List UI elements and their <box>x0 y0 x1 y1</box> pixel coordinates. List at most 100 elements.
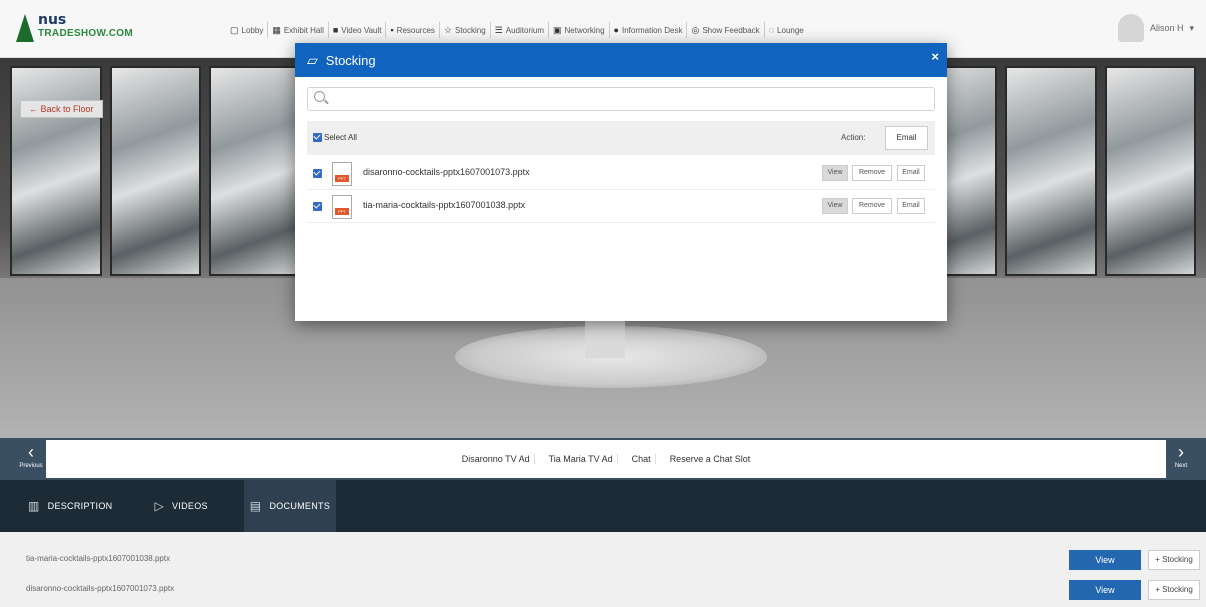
add-to-stocking-button[interactable]: + Stocking <box>1148 580 1200 600</box>
user-name: Alison H <box>1149 23 1184 33</box>
nav-item-resources[interactable]: ▪ Resources <box>386 22 440 38</box>
brand-name: nus <box>38 12 67 28</box>
nav-item-video-vault[interactable]: ■ Video Vault <box>329 22 387 38</box>
carousel-strip: Disaronno TV Ad Tia Maria TV Ad Chat Res… <box>46 440 1166 478</box>
list-item: disaronno-cocktails-pptx1607001073.pptx … <box>0 578 1206 602</box>
star-icon: ☆ <box>443 24 452 35</box>
nav-label: Lounge <box>777 25 804 35</box>
select-all-label: Select All <box>324 133 357 142</box>
lobby-icon: ▢ <box>230 24 239 35</box>
remove-button[interactable]: Remove <box>852 198 892 214</box>
list-item: tia-maria-cocktails-pptx1607001038.pptx … <box>0 548 1206 572</box>
nav-label: Video Vault <box>341 25 382 35</box>
play-icon: ▷ <box>154 499 164 513</box>
nav-item-show-feedback[interactable]: ◎ Show Feedback <box>687 22 765 38</box>
remove-button[interactable]: Remove <box>852 165 892 181</box>
view-button[interactable]: View <box>822 165 848 181</box>
tree-icon <box>16 14 34 42</box>
next-button[interactable]: › Next <box>1164 442 1198 476</box>
checkbox-checked-icon <box>313 133 322 142</box>
resources-icon: ▪ <box>390 25 394 35</box>
carousel-item-chat[interactable]: Chat <box>628 454 656 464</box>
search-icon <box>314 91 325 102</box>
ppt-file-icon: PPT <box>332 195 352 219</box>
stocking-modal: ▱ Stocking × Select All Action: Email PP… <box>295 43 947 321</box>
file-checkbox[interactable] <box>313 202 322 211</box>
tab-label: VIDEOS <box>171 501 208 511</box>
file-row: PPT disaronno-cocktails-pptx1607001073.p… <box>307 158 935 190</box>
document-icon: ▤ <box>249 499 262 513</box>
shopping-bag-icon: ▱ <box>307 51 318 68</box>
select-all-checkbox[interactable]: Select All <box>313 133 357 142</box>
previous-button[interactable]: ‹ Previous <box>14 442 48 476</box>
networking-icon: ▣ <box>553 24 562 35</box>
exhibit-hall-icon: ▦ <box>272 24 281 35</box>
file-type-badge: PPT <box>335 175 349 182</box>
ppt-file-icon: PPT <box>332 162 352 186</box>
view-button[interactable]: View <box>1069 550 1141 570</box>
nav-item-lobby[interactable]: ▢ Lobby <box>226 22 269 38</box>
modal-header: ▱ Stocking <box>295 43 947 77</box>
carousel-item-tia-maria-tv-ad[interactable]: Tia Maria TV Ad <box>545 454 618 464</box>
building-icon: ▥ <box>28 499 40 513</box>
file-row: PPT tia-maria-cocktails-pptx1607001038.p… <box>307 191 935 223</box>
file-type-badge: PPT <box>335 208 349 215</box>
close-icon[interactable]: × <box>931 49 939 64</box>
brand-logo[interactable]: nus TRADESHOW.COM <box>12 10 134 46</box>
search-input[interactable] <box>332 90 928 108</box>
document-name[interactable]: tia-maria-cocktails-pptx1607001038.pptx <box>26 554 170 563</box>
tab-videos[interactable]: ▷ VIDEOS <box>148 480 213 532</box>
nav-label: Resources <box>396 25 435 35</box>
avatar <box>1117 14 1144 42</box>
nav-item-exhibit-hall[interactable]: ▦ Exhibit Hall <box>268 22 329 38</box>
modal-title: Stocking <box>325 52 376 68</box>
info-icon: ● <box>613 25 619 35</box>
bulk-email-button[interactable]: Email <box>885 126 928 150</box>
auditorium-icon: ☰ <box>494 24 503 35</box>
documents-list: tia-maria-cocktails-pptx1607001038.pptx … <box>0 532 1206 607</box>
view-button[interactable]: View <box>822 198 848 214</box>
nav-label: Stocking <box>455 25 486 35</box>
view-button[interactable]: View <box>1069 580 1141 600</box>
nav-label: Auditorium <box>505 25 545 35</box>
bulk-action-bar: Select All Action: Email <box>307 121 935 155</box>
tab-label: DESCRIPTION <box>47 501 113 511</box>
nav-item-auditorium[interactable]: ☰ Auditorium <box>491 22 550 38</box>
user-menu[interactable]: Alison H ▾ <box>1117 14 1194 42</box>
carousel-item-reserve-chat-slot[interactable]: Reserve a Chat Slot <box>666 454 755 464</box>
email-button[interactable]: Email <box>897 198 925 214</box>
nav-label: Lobby <box>241 25 264 35</box>
nav-item-stocking[interactable]: ☆ Stocking <box>440 22 491 38</box>
brand-subtitle: TRADESHOW.COM <box>38 28 134 39</box>
nav-label: Show Feedback <box>702 25 760 35</box>
carousel-item-disaronno-tv-ad[interactable]: Disaronno TV Ad <box>458 454 535 464</box>
next-label: Next <box>1174 463 1188 469</box>
nav-label: Exhibit Hall <box>283 25 324 35</box>
tab-documents[interactable]: ▤ DOCUMENTS <box>243 480 337 532</box>
previous-label: Previous <box>19 463 43 469</box>
lounge-icon: ◌ <box>768 25 775 35</box>
main-nav: ▢ Lobby ▦ Exhibit Hall ■ Video Vault ▪ Resou… <box>226 20 808 40</box>
file-checkbox[interactable] <box>313 169 322 178</box>
media-carousel: ‹ Previous Disaronno TV Ad Tia Maria TV … <box>0 438 1206 480</box>
action-label: Action: <box>841 133 866 142</box>
email-button[interactable]: Email <box>897 165 925 181</box>
tab-description[interactable]: ▥ DESCRIPTION <box>22 480 118 532</box>
nav-item-information-desk[interactable]: ● Information Desk <box>610 22 688 38</box>
booth-tabs: ▥ DESCRIPTION ▷ VIDEOS ▤ DOCUMENTS <box>0 480 1206 532</box>
chevron-left-icon: ‹ <box>28 442 34 462</box>
nav-item-lounge[interactable]: ◌ Lounge <box>765 22 808 38</box>
file-name: tia-maria-cocktails-pptx1607001038.pptx <box>363 200 526 210</box>
video-icon: ■ <box>332 25 339 35</box>
nav-label: Networking <box>564 25 605 35</box>
feedback-icon: ◎ <box>691 24 700 35</box>
nav-label: Information Desk <box>621 25 683 35</box>
search-box <box>307 87 935 111</box>
chevron-down-icon: ▾ <box>1189 22 1194 33</box>
nav-item-networking[interactable]: ▣ Networking <box>549 22 610 38</box>
file-name: disaronno-cocktails-pptx1607001073.pptx <box>363 167 530 177</box>
tab-label: DOCUMENTS <box>269 501 331 511</box>
chevron-right-icon: › <box>1178 442 1184 462</box>
add-to-stocking-button[interactable]: + Stocking <box>1148 550 1200 570</box>
document-name[interactable]: disaronno-cocktails-pptx1607001073.pptx <box>26 584 174 593</box>
